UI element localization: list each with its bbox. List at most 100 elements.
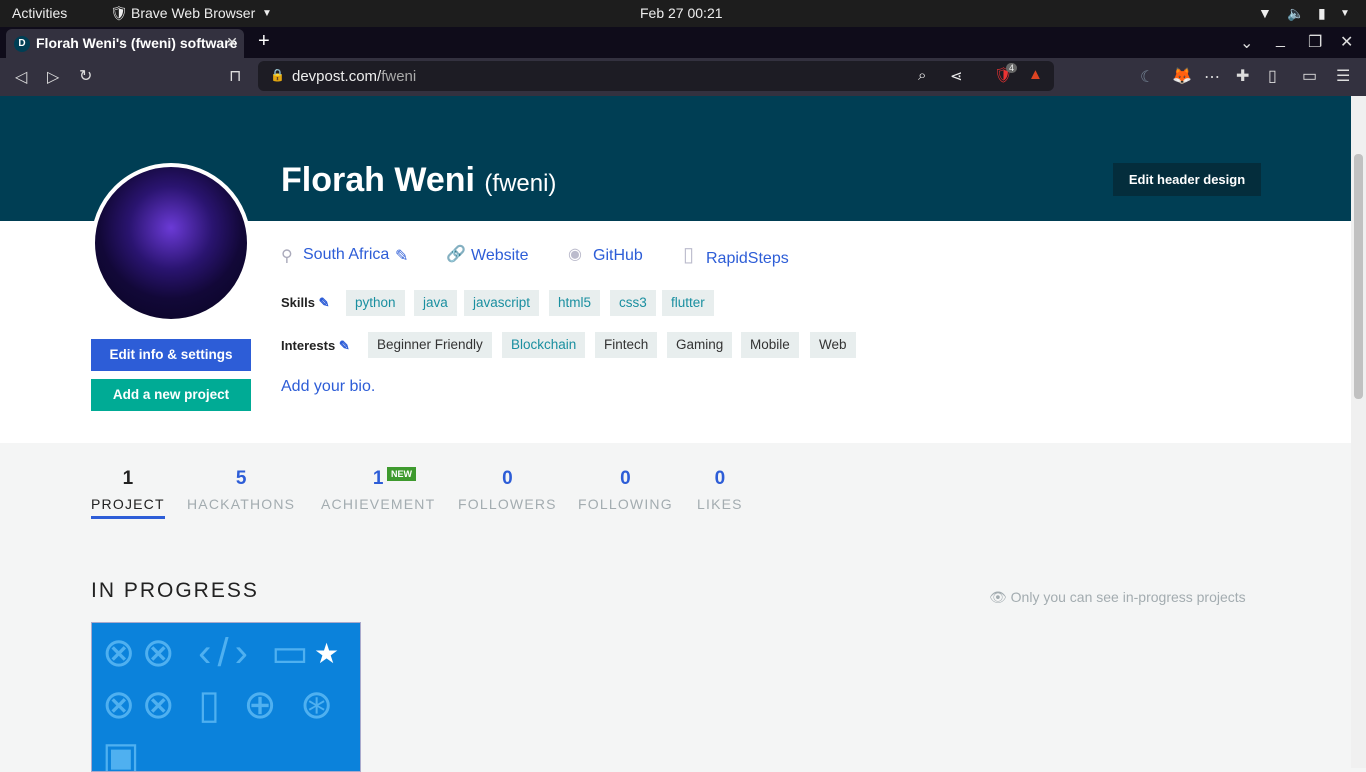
- skills-label: Skills ✎: [281, 295, 330, 311]
- sidebar-icon[interactable]: ▯: [1268, 66, 1277, 86]
- activities-button[interactable]: Activities: [12, 5, 67, 21]
- location-pin-icon: ⚲: [281, 248, 293, 265]
- tab-title: Florah Weni's (fweni) software: [36, 35, 238, 51]
- clock[interactable]: Feb 27 00:21: [640, 5, 723, 21]
- close-window-icon[interactable]: ✕: [1340, 32, 1353, 52]
- interests-label: Interests ✎: [281, 338, 350, 354]
- system-menu-caret-icon[interactable]: ▼: [1340, 8, 1350, 19]
- interest-tag[interactable]: Beginner Friendly: [368, 332, 492, 358]
- stat-count: 1: [122, 468, 134, 489]
- battery-icon[interactable]: ▮: [1318, 5, 1326, 22]
- shields-count: 4: [1006, 63, 1018, 73]
- location-text: South Africa: [303, 246, 390, 263]
- active-tab-underline: [91, 516, 165, 519]
- extensions-puzzle-icon[interactable]: ✚: [1236, 66, 1249, 86]
- share-icon[interactable]: ⋖: [950, 67, 963, 85]
- forward-icon[interactable]: ▷: [47, 67, 59, 87]
- github-icon: ◉: [568, 246, 582, 263]
- tab-strip: D Florah Weni's (fweni) software ✕ + ⌄ _…: [0, 27, 1366, 58]
- website-link[interactable]: Website: [471, 247, 529, 265]
- menu-icon[interactable]: ☰: [1336, 66, 1350, 86]
- wifi-icon[interactable]: ▼: [1258, 5, 1272, 21]
- clipboard-icon: ▯: [683, 244, 695, 266]
- devpost-favicon: D: [14, 36, 30, 52]
- edit-info-settings-button[interactable]: Edit info & settings: [91, 339, 251, 371]
- bookmark-icon[interactable]: ⊓: [229, 66, 241, 86]
- edit-skills-pencil-icon[interactable]: ✎: [319, 295, 330, 310]
- tab-active[interactable]: D Florah Weni's (fweni) software ✕: [6, 29, 244, 58]
- profile-page: Florah Weni (fweni) Edit header design ⚲…: [0, 96, 1351, 772]
- address-bar[interactable]: 🔒 devpost.com/fweni ⌕ ⋖ 🛡 4 ▲: [258, 61, 1054, 91]
- minimize-icon[interactable]: _: [1276, 31, 1285, 49]
- github-link[interactable]: GitHub: [593, 247, 643, 265]
- edit-interests-pencil-icon[interactable]: ✎: [339, 338, 350, 353]
- stat-label: PROJECT: [91, 496, 165, 512]
- username: (fweni): [484, 170, 557, 197]
- stat-label: FOLLOWERS: [458, 496, 557, 512]
- stat-tab-likes[interactable]: 0 LIKES: [697, 468, 743, 512]
- in-progress-heading: IN PROGRESS: [91, 579, 259, 602]
- search-icon[interactable]: ⌕: [918, 67, 926, 84]
- interests-label-text: Interests: [281, 338, 336, 353]
- wallet-icon[interactable]: ▭: [1302, 66, 1317, 86]
- stat-count: 1: [372, 468, 384, 489]
- project-card[interactable]: ⊗⊗ ‹/› ▭ ⊗⊗ ▯ ⊕ ⊛ ▣ ★: [91, 622, 361, 772]
- skill-tag[interactable]: javascript: [464, 290, 540, 316]
- new-badge: NEW: [387, 467, 416, 481]
- stat-tab-achievements[interactable]: 1 ACHIEVEMENT: [321, 468, 435, 512]
- brave-app-icon: 🛡: [110, 5, 128, 21]
- interest-tag[interactable]: Gaming: [667, 332, 733, 358]
- lock-icon[interactable]: 🔒: [270, 68, 285, 82]
- url-host: devpost.com/: [292, 68, 382, 85]
- avatar[interactable]: [91, 163, 251, 323]
- app-menu-caret-icon: ▼: [262, 8, 272, 19]
- stat-tab-following[interactable]: 0 FOLLOWING: [578, 468, 673, 512]
- star-icon[interactable]: ★: [314, 637, 339, 670]
- page-title: Florah Weni (fweni): [281, 161, 556, 200]
- rapidsteps-link[interactable]: RapidSteps: [706, 250, 789, 268]
- edit-location-pencil-icon[interactable]: ✎: [395, 246, 408, 266]
- interest-tag[interactable]: Mobile: [741, 332, 799, 358]
- app-menu[interactable]: Brave Web Browser: [131, 5, 255, 21]
- extension-icon[interactable]: ☾: [1140, 67, 1154, 87]
- brave-rewards-icon[interactable]: ▲: [1028, 66, 1043, 83]
- stat-count: 0: [620, 468, 631, 489]
- navigation-bar: ◁ ▷ ↻ ⊓ 🔒 devpost.com/fweni ⌕ ⋖ 🛡 4 ▲ ☾ …: [0, 58, 1366, 96]
- extension-dots-icon[interactable]: ⋯: [1204, 67, 1220, 87]
- eye-icon: 👁: [989, 589, 1007, 605]
- stat-tab-hackathons[interactable]: 5 HACKATHONS: [187, 468, 295, 512]
- stat-count: 0: [714, 468, 726, 489]
- edit-header-design-button[interactable]: Edit header design: [1113, 163, 1261, 196]
- add-bio-link[interactable]: Add your bio.: [281, 378, 375, 396]
- interest-tag[interactable]: Fintech: [595, 332, 658, 358]
- new-tab-icon[interactable]: +: [258, 30, 270, 53]
- system-top-bar: Activities 🛡 Brave Web Browser ▼ Feb 27 …: [0, 0, 1366, 27]
- skill-tag[interactable]: python: [346, 290, 405, 316]
- add-new-project-button[interactable]: Add a new project: [91, 379, 251, 411]
- skill-tag[interactable]: html5: [549, 290, 601, 316]
- stat-count: 5: [235, 468, 247, 489]
- interest-tag[interactable]: Web: [810, 332, 856, 358]
- metamask-icon[interactable]: 🦊: [1172, 66, 1192, 86]
- restore-icon[interactable]: ❐: [1308, 32, 1322, 52]
- back-icon[interactable]: ◁: [15, 67, 27, 87]
- stat-tab-projects[interactable]: 1 PROJECT: [91, 468, 165, 519]
- skill-tag[interactable]: flutter: [662, 290, 714, 316]
- skills-label-text: Skills: [281, 295, 315, 310]
- tab-search-chevron-icon[interactable]: ⌄: [1240, 33, 1253, 53]
- stat-label: HACKATHONS: [187, 496, 296, 512]
- in-progress-note-text: Only you can see in-progress projects: [1010, 589, 1246, 605]
- url-path: fweni: [381, 68, 417, 85]
- stat-tab-followers[interactable]: 0 FOLLOWERS: [458, 468, 557, 512]
- stat-label: FOLLOWING: [578, 496, 673, 512]
- page-scrollbar[interactable]: [1351, 96, 1366, 768]
- stat-label: ACHIEVEMENT: [321, 496, 436, 512]
- volume-icon[interactable]: 🔈: [1287, 5, 1304, 22]
- in-progress-note: 👁 Only you can see in-progress projects: [989, 589, 1246, 606]
- reload-icon[interactable]: ↻: [79, 66, 92, 86]
- scrollbar-thumb[interactable]: [1354, 154, 1363, 399]
- skill-tag[interactable]: java: [414, 290, 457, 316]
- close-tab-icon[interactable]: ✕: [226, 34, 238, 51]
- skill-tag[interactable]: css3: [610, 290, 656, 316]
- interest-tag[interactable]: Blockchain: [502, 332, 586, 358]
